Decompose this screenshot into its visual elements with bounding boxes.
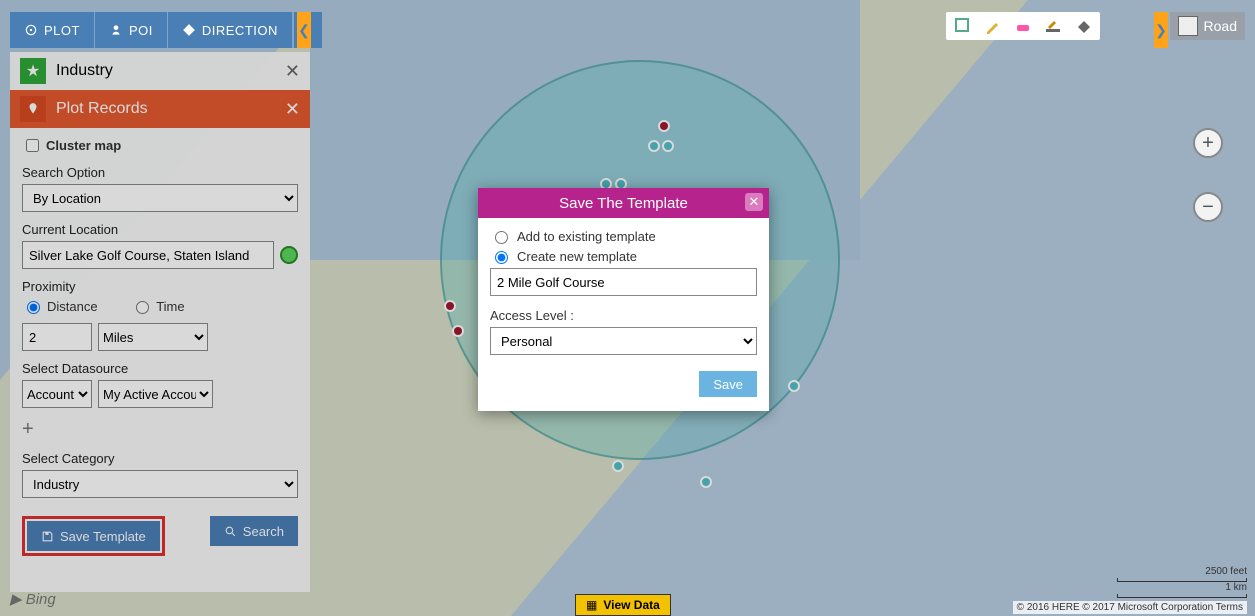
map-type-button[interactable]: Road xyxy=(1170,12,1245,40)
plot-records-title: Plot Records xyxy=(56,100,148,118)
zoom-out-button[interactable]: − xyxy=(1193,192,1223,222)
template-name-input[interactable] xyxy=(490,268,757,296)
time-radio[interactable]: Time xyxy=(131,298,184,314)
plot-records-body: Cluster map Search Option By Location Cu… xyxy=(10,128,310,564)
distance-unit-select[interactable]: Miles xyxy=(98,323,208,351)
create-new-radio[interactable]: Create new template xyxy=(490,248,757,264)
datasource-entity-select[interactable]: Account xyxy=(22,380,92,408)
distance-radio[interactable]: Distance xyxy=(22,298,98,314)
tab-poi[interactable]: POI xyxy=(95,12,168,48)
modal-save-button[interactable]: Save xyxy=(699,371,757,397)
modal-title: Save The Template xyxy=(559,195,688,212)
category-select[interactable]: Industry xyxy=(22,470,298,498)
industry-title: Industry xyxy=(56,62,113,80)
cluster-map-label: Cluster map xyxy=(46,138,121,153)
plus-icon: + xyxy=(1202,132,1214,155)
shape-tool-button[interactable] xyxy=(952,15,974,37)
chevron-left-icon: ❮ xyxy=(298,22,310,39)
eraser-tool-button[interactable] xyxy=(1012,15,1034,37)
modal-header: Save The Template ✕ xyxy=(478,188,769,218)
collapse-panel-button[interactable]: ❮ xyxy=(297,12,311,48)
pencil-icon xyxy=(984,17,1002,35)
search-option-label: Search Option xyxy=(22,165,298,180)
minus-icon: − xyxy=(1202,196,1214,219)
current-location-input[interactable] xyxy=(22,241,274,269)
polygon-icon xyxy=(954,17,972,35)
tab-plot[interactable]: PLOT xyxy=(10,12,95,48)
edit-icon xyxy=(1044,17,1062,35)
tab-label: DIRECTION xyxy=(202,23,278,38)
zoom-in-button[interactable]: + xyxy=(1193,128,1223,158)
poi-icon xyxy=(109,23,123,37)
industry-close-button[interactable]: ✕ xyxy=(285,61,300,82)
target-icon xyxy=(24,23,38,37)
bing-logo: ▶ Bing xyxy=(10,590,56,608)
save-template-button[interactable]: Save Template xyxy=(27,521,160,551)
close-icon: ✕ xyxy=(749,194,760,210)
industry-header: ★ Industry ✕ xyxy=(10,52,310,90)
add-datasource-button[interactable]: + xyxy=(22,418,298,441)
modal-close-button[interactable]: ✕ xyxy=(745,193,763,211)
eraser-icon xyxy=(1014,17,1032,35)
tab-label: PLOT xyxy=(44,23,80,38)
map-scale: 2500 feet 1 km xyxy=(1117,566,1247,598)
plot-records-close-button[interactable]: ✕ xyxy=(285,99,300,120)
side-panel: ★ Industry ✕ Plot Records ✕ Cluster map … xyxy=(10,52,310,592)
datasource-view-select[interactable]: My Active Accounts xyxy=(98,380,213,408)
map-attribution: © 2016 HERE © 2017 Microsoft Corporation… xyxy=(1013,601,1247,614)
direction-icon xyxy=(182,23,196,37)
view-data-button[interactable]: ▦ View Data xyxy=(575,594,671,616)
chevron-right-icon: ❯ xyxy=(1155,22,1167,39)
expand-right-panel-button[interactable]: ❯ xyxy=(1154,12,1168,48)
edit-tool-button[interactable] xyxy=(1042,15,1064,37)
fill-tool-button[interactable] xyxy=(1072,15,1094,37)
save-template-modal: Save The Template ✕ Add to existing temp… xyxy=(478,188,769,411)
current-location-label: Current Location xyxy=(22,222,298,237)
proximity-label: Proximity xyxy=(22,279,298,294)
modal-body: Add to existing template Create new temp… xyxy=(478,218,769,411)
add-existing-radio[interactable]: Add to existing template xyxy=(490,228,757,244)
tab-label: POI xyxy=(129,23,153,38)
category-label: Select Category xyxy=(22,451,298,466)
datasource-label: Select Datasource xyxy=(22,361,298,376)
tab-direction[interactable]: DIRECTION xyxy=(168,12,293,48)
access-level-select[interactable]: Personal xyxy=(490,327,757,355)
search-button[interactable]: Search xyxy=(210,516,298,546)
star-icon: ★ xyxy=(20,58,46,84)
map-type-label: Road xyxy=(1204,18,1237,34)
search-option-select[interactable]: By Location xyxy=(22,184,298,212)
top-tab-bar: PLOT POI DIRECTION ⋮ xyxy=(10,12,322,48)
plot-records-header: Plot Records ✕ xyxy=(10,90,310,128)
cluster-map-input[interactable] xyxy=(26,139,39,152)
access-level-label: Access Level : xyxy=(490,308,757,323)
search-icon xyxy=(224,525,237,538)
bucket-icon xyxy=(1074,17,1092,35)
distance-value-input[interactable] xyxy=(22,323,92,351)
pencil-tool-button[interactable] xyxy=(982,15,1004,37)
table-icon: ▦ xyxy=(586,598,597,612)
pin-icon xyxy=(20,96,46,122)
cluster-map-checkbox[interactable]: Cluster map xyxy=(22,136,121,155)
save-icon xyxy=(41,530,54,543)
location-marker-icon[interactable] xyxy=(280,246,298,264)
map-type-swatch-icon xyxy=(1178,16,1198,36)
map-draw-toolbar xyxy=(946,12,1100,40)
